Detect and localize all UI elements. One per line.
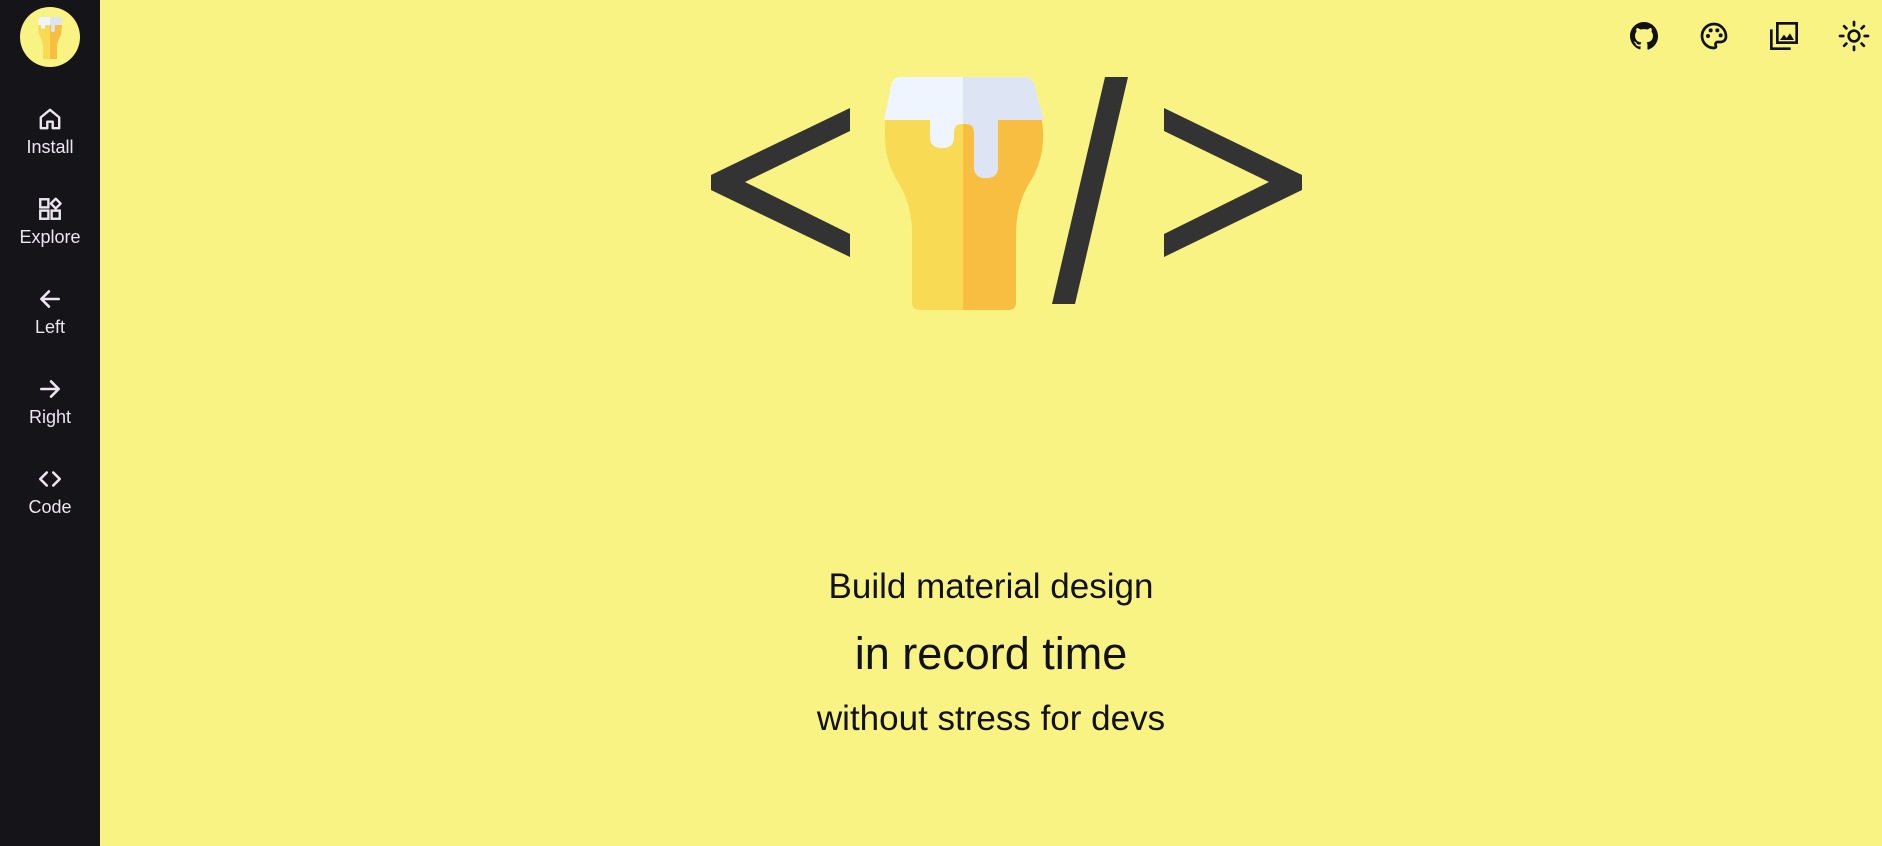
hero-logo xyxy=(700,72,1320,320)
nav-item-label: Install xyxy=(26,137,74,157)
photo-library-icon[interactable] xyxy=(1768,20,1800,52)
arrow-left-icon xyxy=(40,290,60,308)
nav-item-code[interactable]: Code xyxy=(0,456,100,536)
beer-glass-icon xyxy=(38,17,62,59)
nav-item-left[interactable]: Left xyxy=(0,276,100,356)
beer-glass-icon xyxy=(884,77,1044,310)
palette-icon[interactable] xyxy=(1698,20,1730,52)
home-icon xyxy=(39,108,61,130)
headline-line-1: Build material design xyxy=(828,567,1154,606)
light-mode-icon[interactable] xyxy=(1838,20,1870,52)
nav-item-label: Left xyxy=(34,317,66,337)
code-icon xyxy=(38,471,62,487)
left-angle-bracket xyxy=(711,108,850,257)
github-icon[interactable] xyxy=(1628,20,1660,52)
right-angle-bracket xyxy=(1164,108,1302,257)
headline-line-2: in record time xyxy=(854,628,1128,679)
navigation-rail: Install Explore Left Right Code xyxy=(0,0,100,846)
app-logo[interactable] xyxy=(20,7,80,67)
slash-glyph xyxy=(1052,77,1128,304)
widgets-icon xyxy=(39,197,62,220)
nav-item-explore[interactable]: Explore xyxy=(0,186,100,266)
arrow-right-icon xyxy=(40,380,60,398)
nav-item-install[interactable]: Install xyxy=(0,96,100,176)
nav-item-label: Code xyxy=(28,497,72,517)
nav-item-label: Explore xyxy=(19,227,81,247)
nav-item-right[interactable]: Right xyxy=(0,366,100,446)
headline-line-3: without stress for devs xyxy=(816,699,1166,738)
nav-item-label: Right xyxy=(28,407,72,427)
